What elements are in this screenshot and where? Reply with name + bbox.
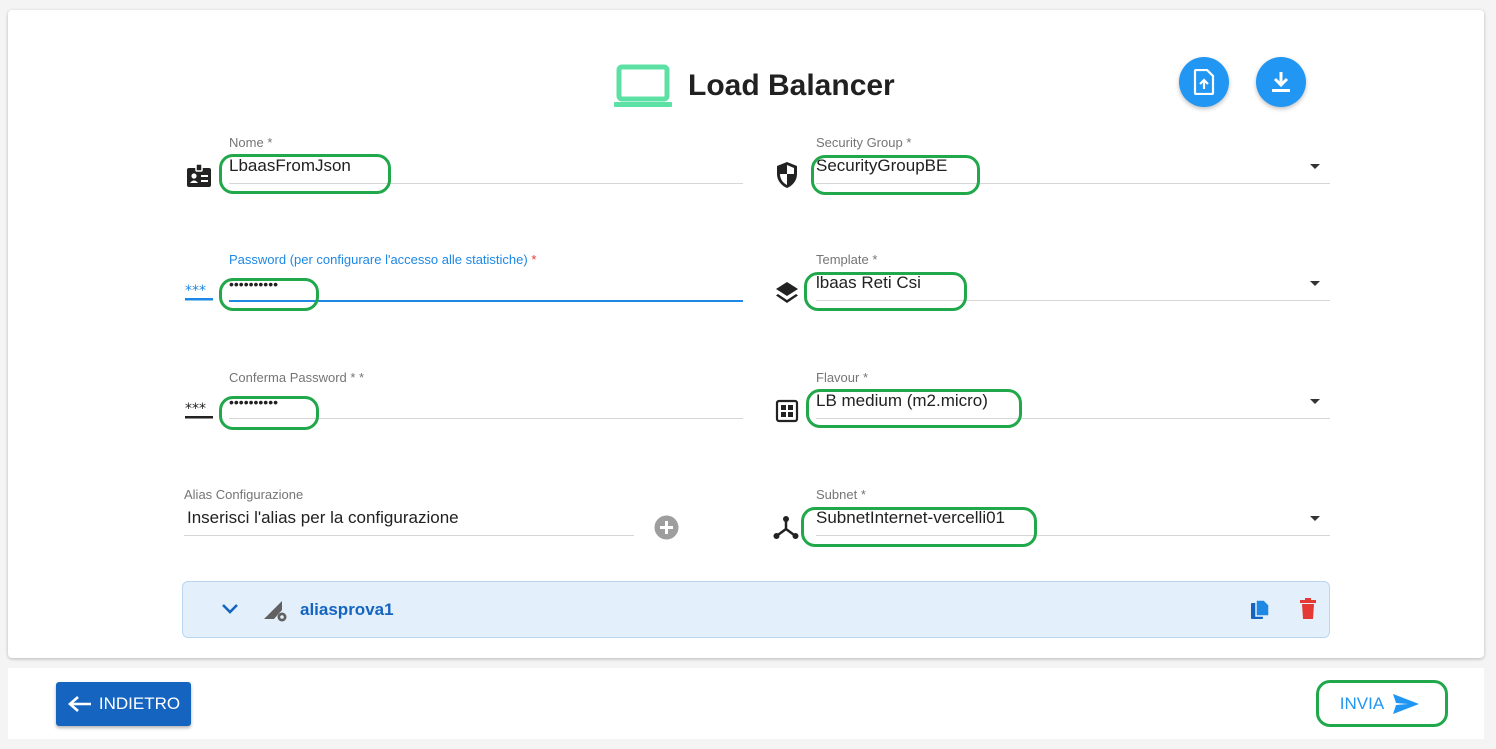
conferma-password-field[interactable]: Conferma Password * * •••••••••• [229, 370, 743, 426]
back-button[interactable]: INDIETRO [56, 682, 191, 726]
subnet-underline [816, 535, 1330, 536]
nome-field[interactable]: Nome * LbaasFromJson [229, 135, 743, 191]
security-group-underline [816, 183, 1330, 184]
footer-bar [8, 668, 1484, 739]
nome-label-text: Nome [229, 135, 264, 150]
network-icon [773, 516, 799, 539]
flavour-value[interactable]: LB medium (m2.micro) [816, 391, 988, 411]
flavour-label-text: Flavour [816, 370, 860, 385]
download-icon [1272, 72, 1290, 92]
delete-icon[interactable] [1299, 598, 1317, 620]
password-underline [229, 300, 743, 302]
chevron-down-icon[interactable] [1310, 399, 1320, 404]
back-button-label: INDIETRO [98, 694, 181, 713]
password-icon: *** [185, 284, 213, 301]
download-button[interactable] [1256, 57, 1306, 107]
subnet-label: Subnet * [816, 487, 866, 502]
security-group-label-text: Security Group [816, 135, 903, 150]
add-circle-icon[interactable] [654, 515, 679, 540]
layers-icon [776, 282, 798, 303]
alias-item-name: aliasprova1 [300, 600, 394, 619]
subnet-value[interactable]: SubnetInternet-vercelli01 [816, 508, 1005, 528]
svg-text:***: *** [185, 284, 206, 299]
shield-icon [777, 162, 797, 188]
security-group-required-mark: * [906, 135, 912, 150]
file-upload-icon [1193, 69, 1215, 95]
alias-field[interactable]: Alias Configurazione Inserisci l'alias p… [184, 487, 634, 543]
conferma-password-underline [229, 418, 743, 419]
chevron-down-icon[interactable] [1310, 516, 1320, 521]
chip-icon [775, 399, 799, 423]
template-select[interactable]: Template * lbaas Reti Csi [816, 252, 1330, 308]
template-required-mark: * [872, 252, 878, 267]
template-label: Template * [816, 252, 877, 267]
chevron-down-icon[interactable] [1310, 281, 1320, 286]
security-group-select[interactable]: Security Group * SecurityGroupBE [816, 135, 1330, 191]
upload-file-button[interactable] [1179, 57, 1229, 107]
template-label-text: Template [816, 252, 869, 267]
laptop-icon [614, 64, 672, 107]
flavour-required-mark: * [862, 370, 869, 385]
nome-required-mark: * [267, 135, 273, 150]
password-field[interactable]: Password (per configurare l'accesso alle… [229, 252, 743, 308]
badge-icon [187, 163, 211, 187]
send-button[interactable]: INVIA [1330, 686, 1430, 722]
send-button-label: INVIA [1339, 694, 1385, 713]
arrow-left-icon [67, 696, 91, 712]
svg-text:***: *** [185, 402, 206, 417]
template-value[interactable]: lbaas Reti Csi [816, 273, 921, 293]
nome-underline [229, 183, 743, 184]
template-underline [816, 300, 1330, 301]
alias-underline [184, 535, 634, 536]
password-required-mark: * [531, 252, 537, 267]
flavour-label: Flavour * [816, 370, 868, 385]
flavour-underline [816, 418, 1330, 419]
subnet-label-text: Subnet [816, 487, 858, 502]
subnet-required-mark: * [860, 487, 866, 502]
conferma-password-value[interactable]: •••••••••• [229, 394, 278, 410]
conferma-password-label: Conferma Password * * [229, 370, 365, 385]
alias-label: Alias Configurazione [184, 487, 304, 502]
security-group-label: Security Group * [816, 135, 911, 150]
password-label: Password (per configurare l'accesso alle… [229, 252, 536, 267]
chevron-down-icon[interactable] [221, 602, 239, 616]
page-header: Load Balancer [612, 64, 895, 108]
nome-value[interactable]: LbaasFromJson [229, 156, 351, 176]
alias-placeholder[interactable]: Inserisci l'alias per la configurazione [187, 508, 459, 528]
flavour-select[interactable]: Flavour * LB medium (m2.micro) [816, 370, 1330, 426]
copy-icon[interactable] [1250, 599, 1270, 621]
nome-label: Nome * [229, 135, 272, 150]
send-icon [1393, 694, 1420, 714]
password-value[interactable]: •••••••••• [229, 276, 278, 292]
chevron-down-icon[interactable] [1310, 164, 1320, 169]
security-group-value[interactable]: SecurityGroupBE [816, 156, 947, 176]
signal-settings-icon [264, 601, 287, 622]
password-label-text: Password (per configurare l'accesso alle… [229, 252, 528, 267]
subnet-select[interactable]: Subnet * SubnetInternet-vercelli01 [816, 487, 1330, 543]
confirm-password-icon: *** [185, 402, 213, 419]
page-title: Load Balancer [688, 69, 895, 102]
alias-expansion-panel[interactable]: aliasprova1 [182, 581, 1330, 638]
